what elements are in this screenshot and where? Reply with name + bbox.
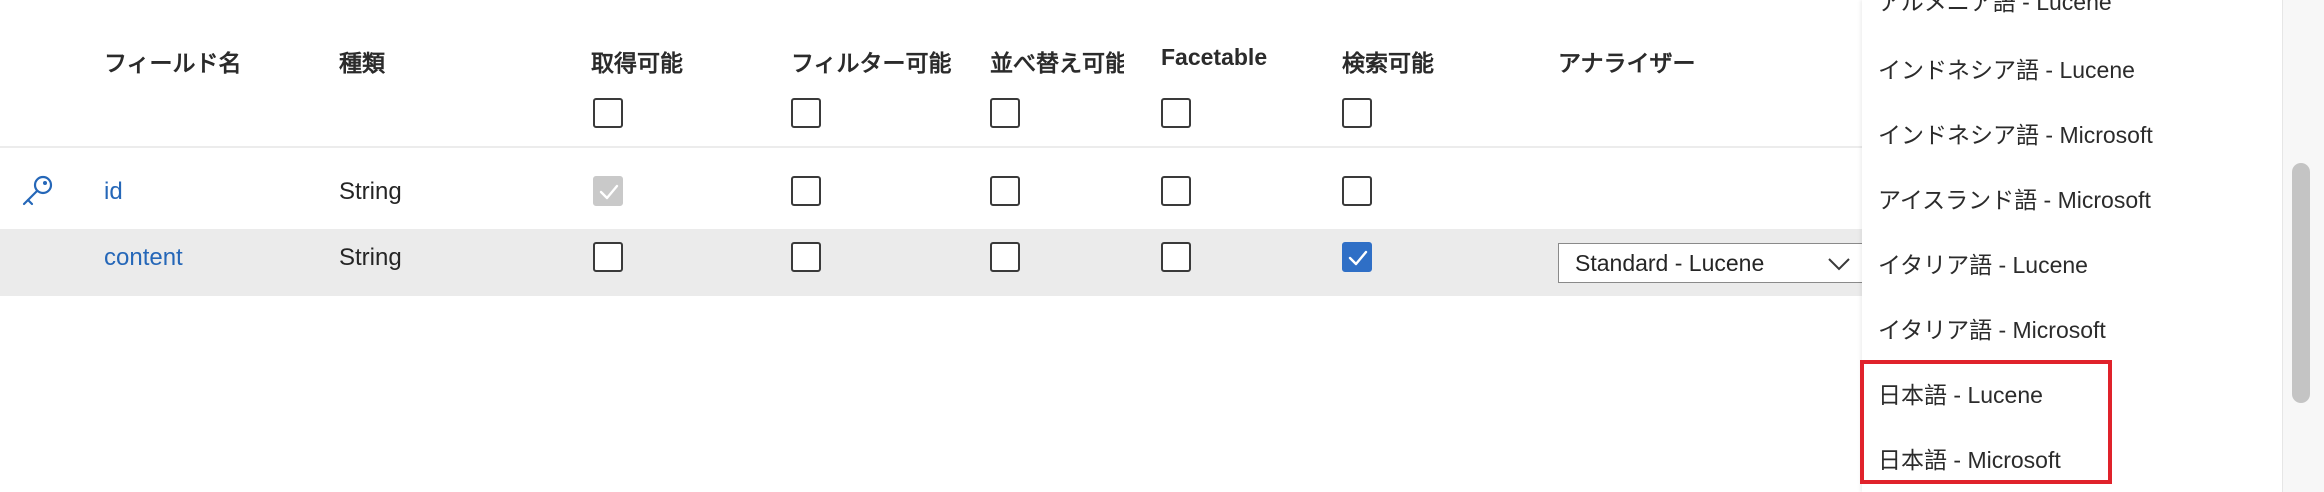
searchable-all-checkbox[interactable] xyxy=(1342,98,1372,128)
dropdown-option[interactable]: インドネシア語 - Microsoft xyxy=(1878,116,2153,150)
analyzer-selected-value: Standard - Lucene xyxy=(1575,250,1765,276)
field-name-link[interactable]: content xyxy=(104,244,183,272)
field-name-link[interactable]: id xyxy=(104,178,123,206)
analyzer-dropdown-list[interactable]: アルメニア語 - Lucene インドネシア語 - Lucene インドネシア語… xyxy=(1862,0,2282,492)
column-header-type: 種類 xyxy=(339,50,385,76)
dropdown-option-japanese-lucene[interactable]: 日本語 - Lucene xyxy=(1878,376,2043,410)
filterable-checkbox[interactable] xyxy=(791,242,821,272)
sortable-checkbox[interactable] xyxy=(990,176,1020,206)
filterable-all-checkbox[interactable] xyxy=(791,98,821,128)
sortable-all-checkbox[interactable] xyxy=(990,98,1020,128)
checkmark-icon xyxy=(599,184,619,200)
scrollbar-thumb[interactable] xyxy=(2292,163,2310,403)
column-header-analyzer: アナライザー xyxy=(1558,50,1696,76)
searchable-checkbox[interactable] xyxy=(1342,242,1372,272)
field-type: String xyxy=(339,244,402,271)
retrievable-checkbox xyxy=(593,176,623,206)
checkmark-icon xyxy=(1348,250,1368,266)
filterable-checkbox[interactable] xyxy=(791,176,821,206)
column-header-searchable: 検索可能 xyxy=(1342,50,1434,76)
sortable-checkbox[interactable] xyxy=(990,242,1020,272)
analyzer-select[interactable]: Standard - Lucene xyxy=(1558,243,1862,283)
facetable-checkbox[interactable] xyxy=(1161,242,1191,272)
field-type: String xyxy=(339,178,402,205)
facetable-checkbox[interactable] xyxy=(1161,176,1191,206)
column-header-retrievable: 取得可能 xyxy=(591,50,683,76)
dropdown-option[interactable]: イタリア語 - Microsoft xyxy=(1878,311,2106,345)
dropdown-option[interactable]: インドネシア語 - Lucene xyxy=(1878,51,2135,85)
facetable-all-checkbox[interactable] xyxy=(1161,98,1191,128)
table-row-id[interactable]: id String xyxy=(0,148,1862,229)
retrievable-all-checkbox[interactable] xyxy=(593,98,623,128)
retrievable-checkbox[interactable] xyxy=(593,242,623,272)
chevron-down-icon xyxy=(1828,257,1850,276)
dropdown-option[interactable]: イタリア語 - Lucene xyxy=(1878,246,2088,280)
column-header-filterable: フィルター可能 xyxy=(791,50,952,76)
dropdown-option[interactable]: アイスランド語 - Microsoft xyxy=(1878,181,2151,215)
scrollbar[interactable] xyxy=(2282,0,2324,492)
searchable-checkbox[interactable] xyxy=(1342,176,1372,206)
dropdown-option-japanese-microsoft[interactable]: 日本語 - Microsoft xyxy=(1878,441,2061,475)
column-header-sortable: 並べ替え可能 xyxy=(990,50,1124,76)
key-icon xyxy=(20,173,56,214)
dropdown-option[interactable]: アルメニア語 - Lucene xyxy=(1878,0,2112,17)
column-header-facetable: Facetable xyxy=(1161,44,1268,70)
column-header-field-name: フィールド名 xyxy=(104,50,242,76)
